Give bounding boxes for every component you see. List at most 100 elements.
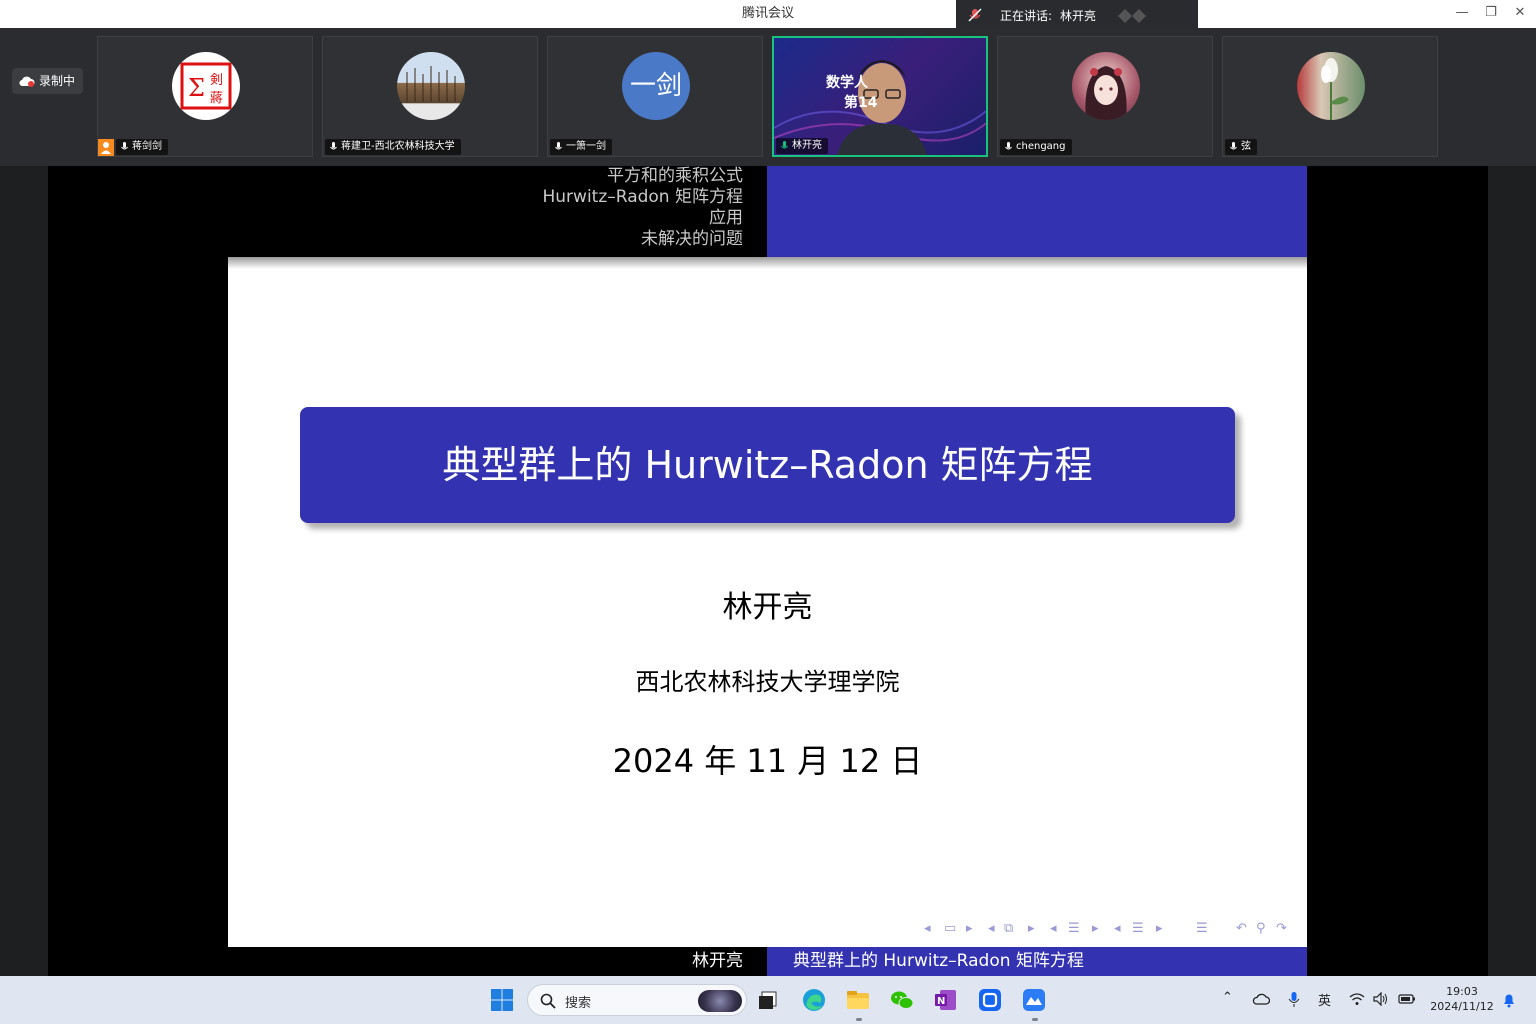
video-overlay-text: 数学人: [826, 75, 868, 91]
speaking-label: 正在讲话:: [1000, 9, 1053, 23]
slide-footer-title: 典型群上的 Hurwitz–Radon 矩阵方程: [767, 947, 1307, 976]
nav-next-arrow-icon[interactable]: ▸: [1156, 921, 1163, 936]
participant-tile[interactable]: Σ 剣 蔣 蒋剑剑: [97, 36, 313, 157]
nav-frame-icon[interactable]: ▭: [944, 921, 956, 936]
participant-tile[interactable]: chengang: [997, 36, 1213, 157]
close-button[interactable]: ✕: [1508, 4, 1532, 22]
nav-back-icon[interactable]: ↶: [1236, 921, 1247, 936]
participant-name-tag: 一箫一剑: [550, 139, 612, 155]
onenote-icon[interactable]: N: [934, 988, 958, 1012]
seal-logo-icon: Σ 剣 蔣: [173, 53, 239, 119]
participant-name-tag: 弦: [1225, 139, 1257, 155]
tray-expand-icon[interactable]: ⌃: [1222, 990, 1233, 1005]
nav-subsection-icon[interactable]: ⧉: [1004, 921, 1013, 936]
presentation-slide: 平方和的乘积公式 Hurwitz–Radon 矩阵方程 应用 未解决的问题 典型…: [228, 166, 1307, 976]
mic-icon: [121, 142, 128, 150]
section-item: 应用: [709, 208, 743, 228]
nav-prev-arrow-icon[interactable]: ◂: [988, 921, 995, 936]
participant-tile[interactable]: 一剑 一箫一剑: [547, 36, 763, 157]
mic-active-icon: [781, 141, 788, 149]
nav-search-icon[interactable]: ⚲: [1256, 921, 1266, 936]
view-layout-icon[interactable]: [1116, 9, 1150, 23]
avatar: [397, 52, 465, 120]
nav-prev-arrow-icon[interactable]: ◂: [1114, 921, 1121, 936]
participant-tile[interactable]: 弦: [1222, 36, 1438, 157]
volume-icon[interactable]: [1373, 992, 1389, 1006]
video-overlay-text: 第14: [844, 95, 878, 111]
search-highlight-icon: [698, 990, 742, 1012]
wechat-icon[interactable]: [890, 988, 914, 1012]
recording-label: 录制中: [39, 74, 76, 88]
slide-author: 林开亮: [722, 590, 813, 625]
system-clock[interactable]: 19:03 2024/11/12: [1424, 984, 1500, 1014]
tencent-meeting-icon[interactable]: [978, 988, 1002, 1012]
participant-name: 林开亮: [792, 140, 822, 151]
section-item: 平方和的乘积公式: [607, 166, 743, 186]
slide-date: 2024 年 11 月 12 日: [612, 742, 923, 780]
taskbar: 搜索 N ⌃ 英 19:03 2024/11/12: [0, 976, 1536, 1024]
participant-name-tag: chengang: [1000, 139, 1072, 155]
nav-forward-icon[interactable]: ↷: [1276, 921, 1287, 936]
battery-icon[interactable]: [1398, 993, 1416, 1005]
nav-section-icon[interactable]: ☰: [1068, 921, 1080, 936]
onedrive-cloud-icon[interactable]: [1252, 993, 1270, 1005]
mic-icon: [1005, 142, 1012, 150]
recording-indicator[interactable]: 录制中: [12, 68, 83, 94]
running-indicator: [856, 1018, 862, 1021]
participant-name: 弦: [1241, 141, 1251, 152]
microphone-icon[interactable]: [1288, 991, 1300, 1008]
participant-tile-active-speaker[interactable]: 数学人 第14 林开亮: [772, 36, 988, 157]
feishu-icon[interactable]: [1022, 988, 1046, 1012]
taskbar-search[interactable]: 搜索: [527, 984, 747, 1016]
shared-screen-area: 平方和的乘积公式 Hurwitz–Radon 矩阵方程 应用 未解决的问题 典型…: [0, 166, 1536, 976]
cloud-record-icon: [19, 76, 35, 87]
nav-prev-arrow-icon[interactable]: ◂: [924, 921, 931, 936]
slide-footer-author: 林开亮: [228, 947, 767, 976]
windows-start-icon[interactable]: [490, 988, 514, 1012]
participant-name-tag: 蒋剑剑: [116, 139, 168, 155]
nav-prev-arrow-icon[interactable]: ◂: [1050, 921, 1057, 936]
search-icon: [540, 993, 556, 1009]
mic-muted-icon: [968, 8, 982, 22]
svg-text:剣: 剣: [210, 73, 223, 88]
ime-indicator[interactable]: 英: [1318, 990, 1331, 1009]
svg-text:N: N: [937, 996, 945, 1007]
section-item: 未解决的问题: [641, 229, 743, 249]
wifi-icon[interactable]: [1349, 992, 1365, 1006]
svg-text:Σ: Σ: [188, 74, 205, 102]
avatar: [1072, 52, 1140, 120]
winter-trees-photo-icon: [406, 66, 456, 102]
mic-icon: [1230, 142, 1237, 150]
anime-portrait-icon: [1085, 66, 1127, 120]
title-bar: 腾讯会议 正在讲话: 林开亮 — ❐ ✕: [0, 0, 1536, 30]
nav-next-arrow-icon[interactable]: ▸: [966, 921, 973, 936]
clock-date: 2024/11/12: [1430, 1000, 1494, 1013]
avatar: Σ 剣 蔣: [172, 52, 240, 120]
file-explorer-icon[interactable]: [846, 988, 870, 1012]
nav-document-icon[interactable]: ☰: [1132, 921, 1144, 936]
nav-next-arrow-icon[interactable]: ▸: [1028, 921, 1035, 936]
participant-name: 一箫一剑: [566, 141, 606, 152]
white-flower-photo-icon: [1321, 58, 1349, 120]
minimize-button[interactable]: —: [1450, 4, 1474, 22]
edge-icon[interactable]: [802, 988, 826, 1012]
avatar: [1297, 52, 1365, 120]
nav-next-arrow-icon[interactable]: ▸: [1092, 921, 1099, 936]
section-item: Hurwitz–Radon 矩阵方程: [542, 187, 744, 207]
restore-button[interactable]: ❐: [1479, 4, 1503, 22]
participant-name-tag: 林开亮: [776, 138, 828, 154]
app-title: 腾讯会议: [741, 6, 794, 21]
nav-appendix-icon[interactable]: ☰: [1196, 921, 1208, 936]
participant-tile[interactable]: 蒋建卫-西北农林科技大学: [322, 36, 538, 157]
speaking-name: 林开亮: [1060, 9, 1097, 23]
slide-header-sections: 平方和的乘积公式 Hurwitz–Radon 矩阵方程 应用 未解决的问题: [228, 166, 767, 257]
clock-time: 19:03: [1446, 985, 1478, 998]
svg-text:蔣: 蔣: [210, 91, 223, 106]
speaking-indicator: 正在讲话: 林开亮: [956, 0, 1198, 30]
header-shadow: [228, 257, 1307, 269]
participant-name-tag: 蒋建卫-西北农林科技大学: [325, 139, 461, 155]
participant-name: 蒋建卫-西北农林科技大学: [341, 141, 455, 152]
task-view-icon[interactable]: [756, 988, 780, 1012]
notification-bell-icon[interactable]: [1502, 992, 1516, 1008]
slide-title: 典型群上的 Hurwitz–Radon 矩阵方程: [300, 407, 1235, 523]
